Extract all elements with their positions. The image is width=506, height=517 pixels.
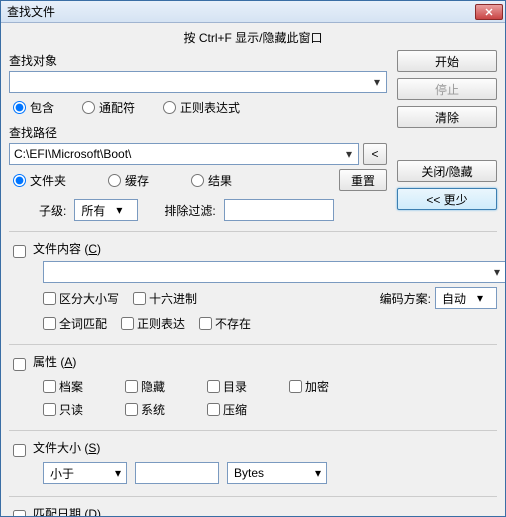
enable-attrs-checkbox[interactable] — [13, 358, 26, 371]
size-op-combo[interactable]: 小于 ▾ — [43, 462, 127, 484]
stop-button[interactable]: 停止 — [397, 78, 497, 100]
separator — [9, 344, 497, 345]
chk-directory[interactable]: 目录 — [207, 378, 247, 395]
find-files-window: 查找文件 按 Ctrl+F 显示/隐藏此窗口 查找对象 ▾ 包含 通配符 正则表… — [0, 0, 506, 517]
sublevel-label: 子级: — [39, 202, 66, 219]
size-unit-combo[interactable]: Bytes ▾ — [227, 462, 327, 484]
chk-system[interactable]: 系统 — [125, 401, 165, 418]
close-icon — [485, 8, 493, 16]
chevron-down-icon[interactable]: ▾ — [472, 291, 488, 305]
separator — [9, 496, 497, 497]
search-target-label: 查找对象 — [9, 52, 387, 69]
radio-folder[interactable]: 文件夹 — [13, 172, 66, 189]
chevron-down-icon[interactable]: ▾ — [110, 466, 126, 480]
clear-button[interactable]: 清除 — [397, 106, 497, 128]
radio-result[interactable]: 结果 — [191, 172, 232, 189]
search-path-label: 查找路径 — [9, 124, 387, 141]
chk-notexist[interactable]: 不存在 — [199, 315, 251, 332]
separator — [9, 430, 497, 431]
search-target-combo[interactable]: ▾ — [9, 71, 387, 93]
chevron-down-icon[interactable]: ▾ — [368, 72, 386, 92]
close-button[interactable] — [475, 4, 503, 20]
titlebar: 查找文件 — [1, 1, 505, 23]
date-group-title: 匹配日期 (D) — [33, 505, 497, 516]
chevron-down-icon[interactable]: ▾ — [310, 466, 326, 480]
radio-cache[interactable]: 缓存 — [108, 172, 149, 189]
radio-regex[interactable]: 正则表达式 — [163, 99, 240, 116]
exclude-label: 排除过滤: — [164, 202, 215, 219]
chk-compressed[interactable]: 压缩 — [207, 401, 247, 418]
search-path-input[interactable] — [10, 145, 340, 163]
enable-size-checkbox[interactable] — [13, 444, 26, 457]
chk-archive[interactable]: 档案 — [43, 378, 83, 395]
size-group-title: 文件大小 (S) — [33, 439, 497, 456]
encoding-combo[interactable]: 自动 ▾ — [435, 287, 497, 309]
browse-button[interactable]: < — [363, 143, 387, 165]
chk-encrypted[interactable]: 加密 — [289, 378, 329, 395]
size-value-input[interactable] — [135, 462, 219, 484]
separator — [9, 231, 497, 232]
sublevel-combo[interactable]: 所有 ▾ — [74, 199, 138, 221]
chk-regex[interactable]: 正则表达 — [121, 315, 185, 332]
chk-hidden[interactable]: 隐藏 — [125, 378, 165, 395]
search-path-combo[interactable]: ▾ — [9, 143, 359, 165]
less-button[interactable]: << 更少 — [397, 188, 497, 210]
search-target-input[interactable] — [10, 73, 368, 91]
close-hide-button[interactable]: 关闭/隐藏 — [397, 160, 497, 182]
radio-contains[interactable]: 包含 — [13, 99, 54, 116]
content-input[interactable] — [44, 263, 488, 281]
start-button[interactable]: 开始 — [397, 50, 497, 72]
chk-case[interactable]: 区分大小写 — [43, 290, 119, 307]
dialog-body: 按 Ctrl+F 显示/隐藏此窗口 查找对象 ▾ 包含 通配符 正则表达式 查找… — [1, 23, 505, 516]
chk-hex[interactable]: 十六进制 — [133, 290, 197, 307]
content-group-title: 文件内容 (C) — [33, 240, 497, 257]
chevron-down-icon[interactable]: ▾ — [340, 144, 358, 164]
attrs-group-title: 属性 (A) — [33, 353, 497, 370]
shortcut-hint: 按 Ctrl+F 显示/隐藏此窗口 — [9, 27, 497, 50]
encoding-label: 编码方案: — [380, 290, 431, 307]
radio-wildcard[interactable]: 通配符 — [82, 99, 135, 116]
chevron-down-icon[interactable]: ▾ — [111, 203, 127, 217]
chk-wholeword[interactable]: 全词匹配 — [43, 315, 107, 332]
enable-content-checkbox[interactable] — [13, 245, 26, 258]
chevron-down-icon[interactable]: ▾ — [488, 262, 505, 282]
content-combo[interactable]: ▾ — [43, 261, 505, 283]
exclude-input[interactable] — [224, 199, 334, 221]
chk-readonly[interactable]: 只读 — [43, 401, 83, 418]
window-title: 查找文件 — [7, 3, 475, 20]
enable-date-checkbox[interactable] — [13, 510, 26, 516]
reset-button[interactable]: 重置 — [339, 169, 387, 191]
